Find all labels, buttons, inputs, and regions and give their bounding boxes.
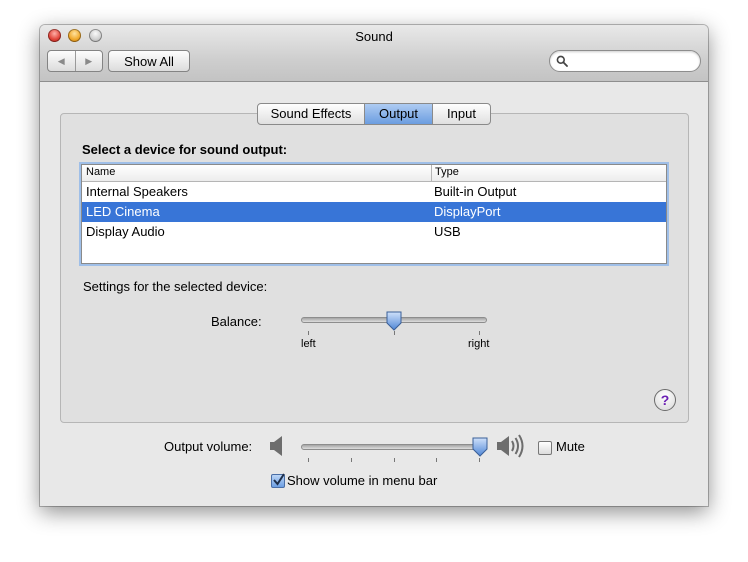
tab-output[interactable]: Output <box>364 104 432 124</box>
speaker-high-icon[interactable] <box>496 432 526 460</box>
show-all-button[interactable]: Show All <box>108 50 190 72</box>
tab-input[interactable]: Input <box>432 104 490 124</box>
device-name: Display Audio <box>86 224 165 239</box>
device-name: Internal Speakers <box>86 184 188 199</box>
volume-tick <box>308 458 309 462</box>
balance-left-label: left <box>301 338 316 350</box>
balance-tick <box>308 331 309 335</box>
volume-slider-thumb[interactable] <box>471 437 489 457</box>
column-header-type[interactable]: Type <box>435 166 459 178</box>
title-bar: Sound ◀ ▶ Show All <box>40 25 708 82</box>
output-volume-label: Output volume: <box>164 439 253 454</box>
balance-right-label: right <box>468 338 490 350</box>
device-type: DisplayPort <box>434 204 501 219</box>
device-type: Built-in Output <box>434 184 517 199</box>
pane-tabs: Sound Effects Output Input <box>257 103 491 125</box>
tab-sound-effects[interactable]: Sound Effects <box>258 104 364 124</box>
search-input[interactable] <box>570 53 692 68</box>
speaker-low-icon[interactable] <box>269 435 285 457</box>
sound-preferences-window: Sound ◀ ▶ Show All Sound Effects Output … <box>40 25 708 506</box>
help-button[interactable]: ? <box>654 389 676 411</box>
table-row[interactable]: Display Audio USB <box>82 222 666 242</box>
search-field[interactable] <box>549 50 701 72</box>
table-row[interactable]: Internal Speakers Built-in Output <box>82 182 666 202</box>
show-volume-checkbox[interactable] <box>271 473 285 488</box>
output-heading: Select a device for sound output: <box>82 142 288 157</box>
table-header: Name Type <box>82 165 666 182</box>
help-icon: ? <box>660 392 670 408</box>
back-button[interactable]: ◀ <box>48 51 75 71</box>
volume-tick <box>351 458 352 462</box>
show-volume-label[interactable]: Show volume in menu bar <box>287 473 437 488</box>
window-title: Sound <box>355 29 393 44</box>
balance-slider-thumb[interactable] <box>385 311 403 331</box>
mute-label[interactable]: Mute <box>556 439 585 454</box>
column-header-name[interactable]: Name <box>86 166 115 178</box>
output-panel <box>60 113 689 423</box>
volume-tick <box>436 458 437 462</box>
column-divider <box>431 165 432 181</box>
table-row-selected[interactable]: LED Cinema DisplayPort <box>82 202 666 222</box>
balance-tick <box>479 331 480 335</box>
volume-tick <box>394 458 395 462</box>
balance-label: Balance: <box>211 314 262 329</box>
forward-button[interactable]: ▶ <box>74 51 103 71</box>
volume-slider-track[interactable] <box>301 444 487 450</box>
back-forward-control: ◀ ▶ <box>47 50 103 72</box>
magnifier-icon <box>556 55 568 67</box>
output-device-table[interactable]: Name Type Internal Speakers Built-in Out… <box>81 164 667 264</box>
balance-tick <box>394 331 395 335</box>
device-settings-label: Settings for the selected device: <box>83 279 268 294</box>
device-name: LED Cinema <box>86 204 160 219</box>
device-type: USB <box>434 224 461 239</box>
mute-checkbox[interactable] <box>538 441 552 455</box>
volume-tick <box>479 458 480 462</box>
checkmark-icon <box>273 473 285 486</box>
